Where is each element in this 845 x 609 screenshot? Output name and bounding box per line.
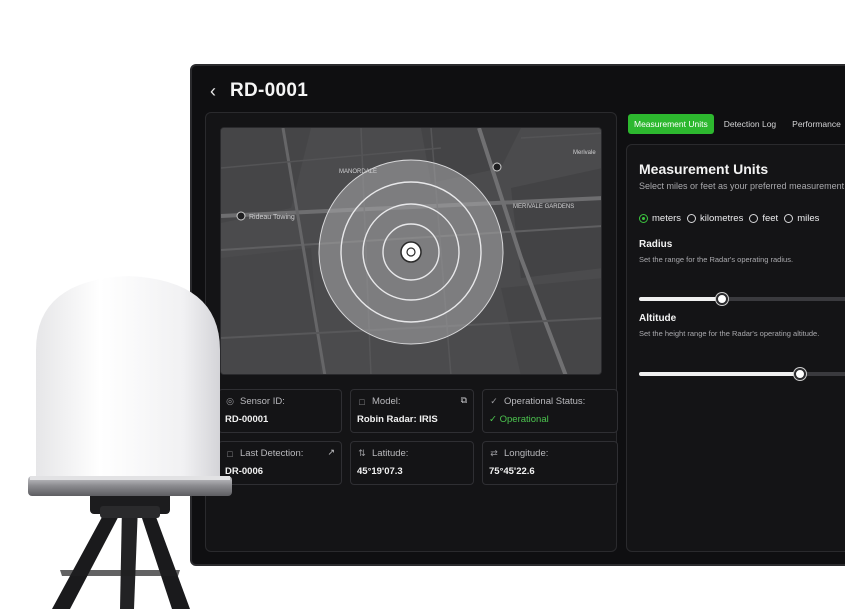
settings-panel: Measurement Units Select miles or feet a… — [626, 144, 845, 552]
slider-fill — [639, 297, 723, 301]
latitude-icon: ⇅ — [358, 448, 366, 458]
card-label: Operational Status: — [504, 396, 586, 407]
card-label: Last Detection: — [240, 448, 304, 459]
map-label: Rideau Towing — [249, 214, 295, 221]
card-value: Robin Radar: IRIS — [357, 414, 438, 425]
radio-button[interactable] — [639, 214, 648, 223]
last-detection-card: □ Last Detection: ↗ DR-0006 — [218, 441, 342, 485]
radio-button[interactable] — [784, 214, 794, 223]
slider-fill — [639, 372, 801, 376]
card-value: 45°19'07.3 — [357, 466, 403, 477]
card-label: Latitude: — [372, 448, 409, 459]
unit-option-meters[interactable]: meters — [639, 213, 681, 224]
unit-radio-group: meters kilometres feet miles — [639, 213, 819, 224]
unit-label: miles — [797, 213, 820, 224]
slider-thumb[interactable] — [794, 368, 807, 380]
status-badge: ✓ Operational — [489, 414, 611, 425]
card-label: Longitude: — [504, 448, 549, 459]
card-label: Sensor ID: — [240, 396, 285, 407]
unit-label: feet — [762, 213, 779, 224]
radar-map[interactable]: MANORDALE MERIVALE GARDENS Rideau Towing… — [220, 127, 602, 375]
unit-label: kilometres — [700, 213, 744, 224]
page-header: ‹ RD-0001 — [210, 80, 308, 102]
radio-button[interactable] — [687, 214, 697, 223]
page-title: RD-0001 — [230, 80, 309, 101]
map-canvas: MANORDALE MERIVALE GARDENS Rideau Towing… — [221, 128, 601, 374]
card-value: DR-0006 — [225, 466, 264, 477]
slider-thumb[interactable] — [716, 293, 729, 305]
status-text: Operational — [499, 414, 549, 425]
stage: ‹ RD-0001 MANORDALE MERIVALE GARDENS Rid… — [0, 0, 845, 609]
section-subtitle: Select miles or feet as your preferred m… — [639, 181, 845, 191]
section-title: Measurement Units — [639, 161, 769, 177]
model-card: □ Model: ⧉ Robin Radar: IRIS — [350, 389, 474, 433]
check-circle-icon: ✓ — [489, 414, 500, 425]
card-value: RD-00001 — [225, 414, 269, 425]
document-icon: □ — [227, 448, 233, 459]
longitude-icon: ⇄ — [490, 448, 498, 458]
copy-icon[interactable]: ⧉ — [461, 395, 467, 406]
altitude-slider[interactable] — [639, 368, 845, 380]
map-label: MERIVALE GARDENS — [513, 204, 574, 210]
external-link-icon[interactable]: ↗ — [327, 447, 335, 458]
card-value: 75°45'22.6 — [489, 466, 535, 477]
tab-detection-log[interactable]: Detection Log — [718, 114, 782, 134]
altitude-subtitle: Set the height range for the Radar's ope… — [639, 329, 820, 338]
sensor-icon: ◎ — [226, 396, 234, 406]
latitude-card: ⇅ Latitude: 45°19'07.3 — [350, 441, 474, 485]
card-label: Model: — [372, 396, 401, 407]
unit-option-feet[interactable]: feet — [749, 213, 778, 224]
map-label: Merivale — [573, 150, 596, 156]
tab-performance[interactable]: Performance — [786, 114, 845, 134]
unit-label: meters — [652, 213, 682, 224]
sensor-panel: MANORDALE MERIVALE GARDENS Rideau Towing… — [205, 112, 618, 552]
altitude-title: Altitude — [639, 313, 677, 324]
check-circle-icon: ✓ — [490, 396, 498, 406]
longitude-card: ⇄ Longitude: 75°45'22.6 — [482, 441, 618, 485]
unit-option-kilometres[interactable]: kilometres — [687, 213, 743, 224]
radius-title: Radius — [639, 239, 673, 250]
chevron-left-icon[interactable]: ‹ — [210, 82, 216, 100]
monitor-screen: ‹ RD-0001 MANORDALE MERIVALE GARDENS Rid… — [190, 64, 845, 566]
document-icon: □ — [359, 396, 365, 407]
sensor-id-card: ◎ Sensor ID: RD-00001 — [218, 389, 342, 433]
map-label: MANORDALE — [339, 169, 377, 175]
operational-status-card: ✓ Operational Status: ✓ Operational — [482, 389, 618, 433]
tab-bar: Measurement Units Detection Log Performa… — [628, 114, 845, 134]
unit-option-miles[interactable]: miles — [784, 213, 819, 224]
tab-measurement-units[interactable]: Measurement Units — [628, 114, 714, 134]
radio-button[interactable] — [749, 214, 759, 223]
radius-subtitle: Set the range for the Radar's operating … — [639, 255, 794, 264]
radius-slider[interactable] — [639, 293, 845, 305]
